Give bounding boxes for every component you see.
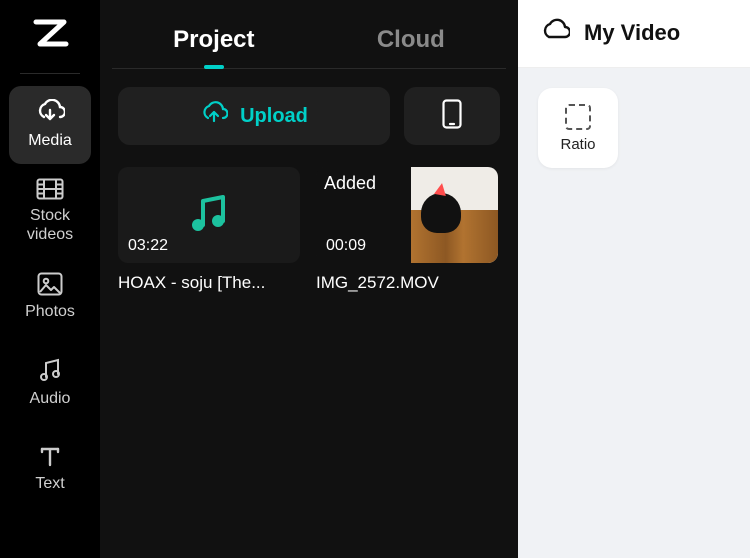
film-icon [36, 178, 64, 200]
sidebar-item-label: Text [35, 474, 64, 493]
sidebar-item-audio[interactable]: Audio [9, 344, 91, 422]
media-item-audio[interactable]: 03:22 HOAX - soju [The... [118, 167, 300, 293]
added-badge: Added [324, 173, 376, 194]
sidebar-item-label: Audio [30, 389, 71, 408]
media-caption: IMG_2572.MOV [316, 273, 498, 293]
phone-icon [442, 99, 462, 134]
action-row: Upload [112, 87, 506, 145]
duration-label: 03:22 [128, 237, 168, 255]
ratio-icon [565, 104, 591, 130]
media-item-video[interactable]: Added 00:09 IMG_2572.MOV [316, 167, 498, 293]
text-icon [38, 444, 62, 468]
cloud-icon [540, 18, 570, 47]
ratio-label: Ratio [560, 136, 595, 153]
divider [20, 73, 80, 74]
sidebar-item-label: Stock videos [11, 206, 89, 244]
media-caption: HOAX - soju [The... [118, 273, 300, 293]
media-tabs: Project Cloud [112, 0, 506, 69]
cloud-upload-icon [200, 101, 228, 131]
sidebar-item-stock-videos[interactable]: Stock videos [9, 172, 91, 250]
sidebar-item-text[interactable]: Text [9, 430, 91, 508]
device-button[interactable] [404, 87, 500, 145]
project-title: My Video [584, 20, 680, 46]
sidebar-item-label: Photos [25, 302, 75, 321]
upload-button[interactable]: Upload [118, 87, 390, 145]
tab-cloud[interactable]: Cloud [367, 22, 455, 68]
music-icon [38, 357, 62, 383]
app-logo [30, 18, 70, 53]
sidebar-item-label: Media [28, 131, 72, 150]
image-icon [37, 272, 63, 296]
left-sidebar: Media Stock videos Photos Audio Text [0, 0, 100, 558]
sidebar-item-photos[interactable]: Photos [9, 258, 91, 336]
upload-label: Upload [240, 105, 308, 128]
duration-label: 00:09 [326, 237, 366, 255]
ratio-button[interactable]: Ratio [538, 88, 618, 168]
right-body: Ratio [518, 68, 750, 558]
cloud-download-icon [35, 99, 65, 125]
media-thumbnail: Added 00:09 [316, 167, 498, 263]
sidebar-item-media[interactable]: Media [9, 86, 91, 164]
music-note-icon [185, 189, 233, 242]
media-panel: Project Cloud Upload 03:22 HOAX - soju [… [100, 0, 518, 558]
right-header: My Video [518, 0, 750, 68]
media-thumbnail: 03:22 [118, 167, 300, 263]
media-grid: 03:22 HOAX - soju [The... Added 00:09 IM… [112, 167, 506, 293]
right-panel: My Video Ratio [518, 0, 750, 558]
tab-project[interactable]: Project [163, 22, 264, 68]
